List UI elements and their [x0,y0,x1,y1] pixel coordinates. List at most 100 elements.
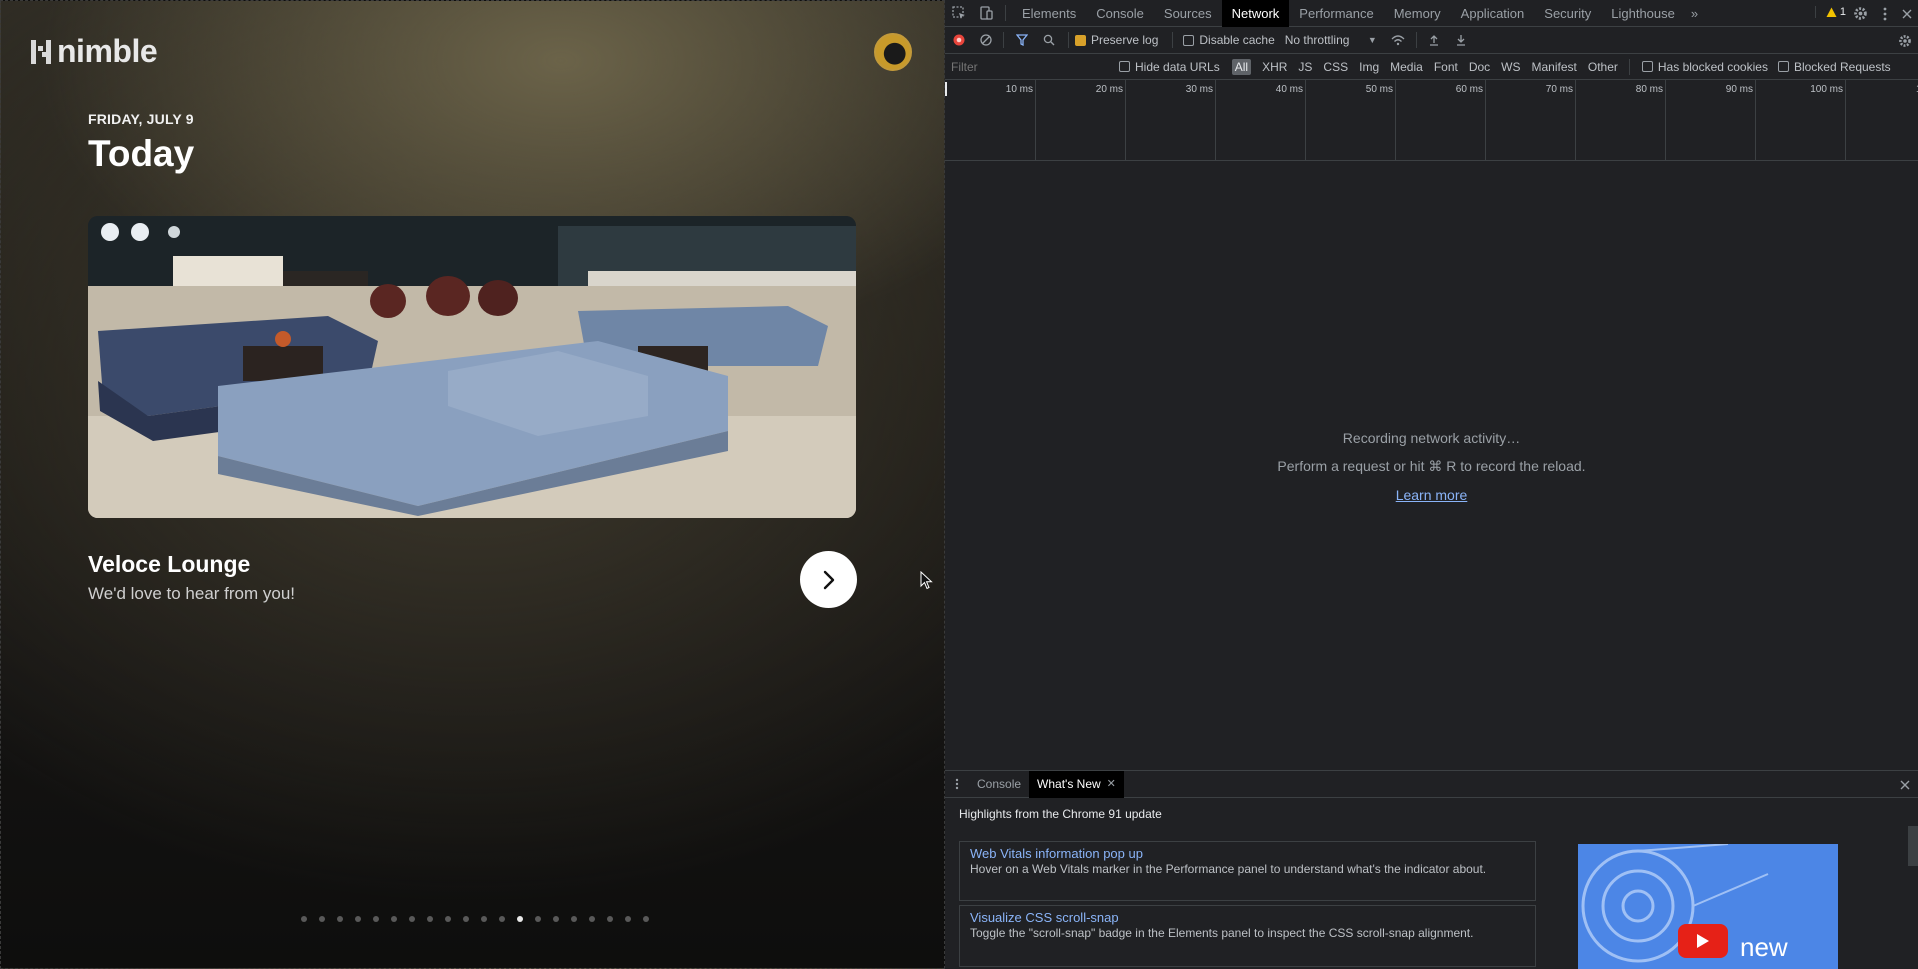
pager-dot[interactable] [535,916,541,922]
pager-dot[interactable] [427,916,433,922]
timeline-tick-label: 20 ms [1095,84,1123,95]
device-toolbar-icon[interactable] [972,0,999,27]
warning-count: 1 [1839,6,1846,18]
pager-dot[interactable] [391,916,397,922]
feature-description: Toggle the "scroll-snap" badge in the El… [970,926,1474,940]
preserve-log-checkbox[interactable]: Preserve log [1075,33,1158,47]
tab-elements[interactable]: Elements [1012,0,1086,27]
timeline-tick: 100 ms [1810,80,1846,161]
network-overview-timeline[interactable]: 10 ms 20 ms 30 ms 40 ms 50 ms 60 ms 70 ms 80 ms… [945,80,1918,161]
timeline-tick-label: 100 ms [1810,84,1843,95]
checkbox-unchecked-icon [1183,34,1195,46]
pager-dot[interactable] [337,916,343,922]
carousel-pager[interactable] [301,916,649,922]
type-filter-img[interactable]: Img [1359,60,1379,74]
type-filter-css[interactable]: CSS [1323,60,1348,74]
drawer-scrollbar[interactable] [1908,826,1918,866]
close-devtools-icon[interactable] [1893,0,1918,27]
pager-dot[interactable] [607,916,613,922]
pager-dot[interactable] [463,916,469,922]
feature-title[interactable]: Web Vitals information pop up [970,846,1525,861]
whats-new-video-thumbnail[interactable]: new [1578,844,1838,969]
type-filter-manifest[interactable]: Manifest [1532,60,1577,74]
timeline-tick: 50 ms [1366,80,1396,161]
tab-sources[interactable]: Sources [1154,0,1222,27]
settings-gear-icon[interactable] [1847,0,1874,27]
network-conditions-icon[interactable] [1385,27,1412,54]
pager-dot[interactable] [409,916,415,922]
pager-dot[interactable] [499,916,505,922]
feature-card-web-vitals[interactable]: Web Vitals information pop up Hover on a… [959,841,1536,901]
network-settings-gear-icon[interactable] [1891,27,1918,54]
feature-description: Hover on a Web Vitals marker in the Perf… [970,862,1487,876]
type-filter-xhr[interactable]: XHR [1262,60,1287,74]
throttling-value: No throttling [1284,33,1350,47]
timeline-tick: 70 ms [1546,80,1576,161]
filter-funnel-icon[interactable] [1008,27,1035,54]
more-tabs-button[interactable]: » [1685,0,1704,27]
type-filter-font[interactable]: Font [1434,60,1458,74]
type-filter-ws[interactable]: WS [1501,60,1520,74]
hide-data-urls-checkbox[interactable]: Hide data URLs [1119,60,1220,74]
disable-cache-checkbox[interactable]: Disable cache [1183,33,1275,47]
drawer-tab-console[interactable]: Console [969,771,1029,798]
pager-dot[interactable] [319,916,325,922]
youtube-play-icon[interactable] [1678,924,1728,958]
warnings-counter[interactable]: 1 [1814,6,1846,18]
pager-dot[interactable] [643,916,649,922]
drawer-tab-whats-new[interactable]: What's New ✕ [1029,770,1124,798]
resource-type-filters: All XHR JS CSS Img Media Font Doc WS Manifest Othe… [1231,58,1640,75]
feature-title[interactable]: Visualize CSS scroll-snap [970,910,1525,925]
tab-lighthouse[interactable]: Lighthouse [1601,0,1685,27]
tab-performance[interactable]: Performance [1289,0,1383,27]
type-filter-media[interactable]: Media [1390,60,1423,74]
throttling-select[interactable]: No throttling ▼ [1285,33,1377,47]
search-icon[interactable] [1035,27,1062,54]
disable-cache-label: Disable cache [1199,33,1275,47]
close-tab-icon[interactable]: ✕ [1107,771,1116,798]
type-filter-other[interactable]: Other [1588,60,1618,74]
export-har-download-icon[interactable] [1448,27,1475,54]
timeline-tick-label: 40 ms [1275,84,1303,95]
tab-console[interactable]: Console [1086,0,1154,27]
type-filter-js[interactable]: JS [1298,60,1312,74]
tab-network[interactable]: Network [1221,0,1290,27]
tab-memory[interactable]: Memory [1384,0,1451,27]
feature-card-scroll-snap[interactable]: Visualize CSS scroll-snap Toggle the "sc… [959,905,1536,967]
pager-dot[interactable] [517,916,523,922]
recording-message: Recording network activity… [1342,430,1521,446]
type-filter-all[interactable]: All [1231,58,1252,75]
venue-photo[interactable] [88,216,856,518]
record-button-icon[interactable] [945,27,972,54]
pager-dot[interactable] [553,916,559,922]
pager-dot[interactable] [373,916,379,922]
clear-icon[interactable] [972,27,999,54]
filter-input[interactable] [945,59,1115,74]
has-blocked-cookies-checkbox[interactable]: Has blocked cookies [1641,60,1768,74]
next-button[interactable] [800,551,857,608]
devtools-tabs: Elements Console Sources Network Performance… [1012,0,1685,27]
checkbox-unchecked-icon [1777,61,1789,72]
inspect-element-icon[interactable] [945,0,972,27]
close-drawer-icon[interactable] [1900,779,1910,793]
pager-dot[interactable] [301,916,307,922]
pager-dot[interactable] [355,916,361,922]
pager-dot[interactable] [589,916,595,922]
nimble-logo[interactable]: nimble [31,33,158,70]
learn-more-link[interactable]: Learn more [1396,487,1468,503]
tab-application[interactable]: Application [1451,0,1535,27]
network-toolbar: Preserve log Disable cache No throttling… [945,27,1918,54]
blocked-requests-checkbox[interactable]: Blocked Requests [1777,60,1891,74]
pager-dot[interactable] [481,916,487,922]
drawer-menu-icon[interactable] [945,778,969,790]
timeline-tick: 10 ms [1006,80,1036,161]
type-filter-doc[interactable]: Doc [1469,60,1490,74]
pager-dot[interactable] [571,916,577,922]
timeline-tick: 80 ms [1636,80,1666,161]
venue-tagline: We'd love to hear from you! [88,584,296,603]
pager-dot[interactable] [625,916,631,922]
tab-security[interactable]: Security [1534,0,1601,27]
import-har-upload-icon[interactable] [1421,27,1448,54]
user-avatar[interactable] [874,33,912,71]
pager-dot[interactable] [445,916,451,922]
